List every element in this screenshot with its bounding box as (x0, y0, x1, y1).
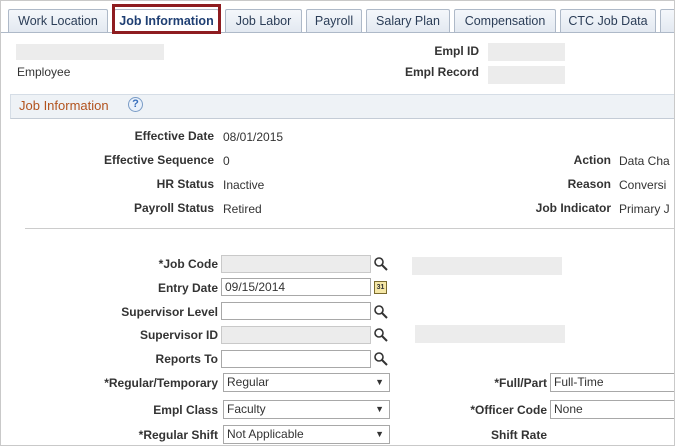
tab-bar-baseline (1, 32, 674, 33)
supervisor-id-input[interactable] (221, 326, 371, 344)
regular-shift-label: *Regular Shift (138, 428, 218, 442)
page-frame: Work Location Job Information Job Labor … (0, 0, 675, 446)
hr-status-value: Inactive (223, 178, 265, 192)
effective-date-label: Effective Date (134, 129, 214, 143)
employee-label: Employee (17, 65, 71, 79)
tab-bar: Work Location Job Information Job Labor … (1, 1, 674, 35)
officer-code-value: None (554, 402, 583, 416)
job-indicator-label: Job Indicator (535, 201, 611, 215)
action-value: Data Cha (619, 154, 670, 168)
payroll-status-value: Retired (223, 202, 262, 216)
empl-class-value: Faculty (227, 402, 266, 416)
empl-id-value (488, 43, 565, 61)
chevron-down-icon: ▼ (375, 429, 384, 439)
empl-id-label: Empl ID (434, 44, 479, 58)
tab-compensation[interactable]: Compensation (454, 9, 556, 32)
reason-value: Conversi (619, 178, 667, 192)
job-code-description (412, 257, 562, 275)
full-part-select[interactable]: Full-Time (550, 373, 674, 392)
empl-record-label: Empl Record (404, 65, 479, 79)
reason-label: Reason (567, 177, 611, 191)
reports-to-label: Reports To (155, 352, 218, 366)
tab-ctc-job-data[interactable]: CTC Job Data (560, 9, 656, 32)
job-code-label: *Job Code (158, 257, 218, 271)
section-title: Job Information (19, 98, 109, 113)
tab-payroll[interactable]: Payroll (306, 9, 362, 32)
section-divider (25, 228, 674, 229)
supervisor-id-label: Supervisor ID (139, 328, 218, 342)
effective-date-value: 08/01/2015 (223, 130, 284, 144)
supervisor-level-lookup-icon[interactable] (373, 304, 389, 320)
employee-name-field (16, 44, 164, 60)
supervisor-level-input[interactable] (221, 302, 371, 320)
full-part-value: Full-Time (554, 375, 604, 389)
entry-date-label: Entry Date (157, 281, 218, 295)
tab-salary-plan[interactable]: Salary Plan (366, 9, 450, 32)
job-code-input[interactable] (221, 255, 371, 273)
full-part-label: *Full/Part (494, 376, 547, 390)
help-icon[interactable]: ? (128, 97, 143, 112)
chevron-down-icon: ▼ (375, 377, 384, 387)
effective-sequence-label: Effective Sequence (103, 153, 214, 167)
reports-to-lookup-icon[interactable] (373, 351, 389, 367)
tab-more[interactable] (660, 9, 674, 32)
shift-rate-label: Shift Rate (490, 428, 547, 442)
effective-sequence-value: 0 (223, 154, 230, 168)
empl-class-select[interactable]: Faculty ▼ (223, 400, 390, 419)
tab-work-location[interactable]: Work Location (8, 9, 108, 32)
reports-to-input[interactable] (221, 350, 371, 368)
regular-temporary-select[interactable]: Regular ▼ (223, 373, 390, 392)
supervisor-level-label: Supervisor Level (121, 305, 218, 319)
payroll-status-label: Payroll Status (133, 201, 214, 215)
entry-date-input[interactable]: 09/15/2014 (221, 278, 371, 296)
empl-class-label: Empl Class (153, 403, 218, 417)
job-indicator-value: Primary J (619, 202, 670, 216)
hr-status-label: HR Status (156, 177, 214, 191)
job-code-lookup-icon[interactable] (373, 256, 389, 272)
supervisor-id-lookup-icon[interactable] (373, 327, 389, 343)
tab-job-labor[interactable]: Job Labor (225, 9, 302, 32)
active-tab-highlight (112, 4, 221, 34)
action-label: Action (573, 153, 611, 167)
job-information-section-header: Job Information ? (10, 94, 674, 119)
supervisor-name-field (415, 325, 565, 343)
officer-code-select[interactable]: None (550, 400, 674, 419)
empl-record-value (488, 66, 565, 84)
regular-temporary-value: Regular (227, 375, 270, 389)
regular-shift-select[interactable]: Not Applicable ▼ (223, 425, 390, 444)
chevron-down-icon: ▼ (375, 404, 384, 414)
officer-code-label: *Officer Code (470, 403, 547, 417)
calendar-icon[interactable]: 31 (374, 281, 387, 294)
regular-shift-value: Not Applicable (227, 427, 304, 441)
regular-temporary-label: *Regular/Temporary (104, 376, 218, 390)
